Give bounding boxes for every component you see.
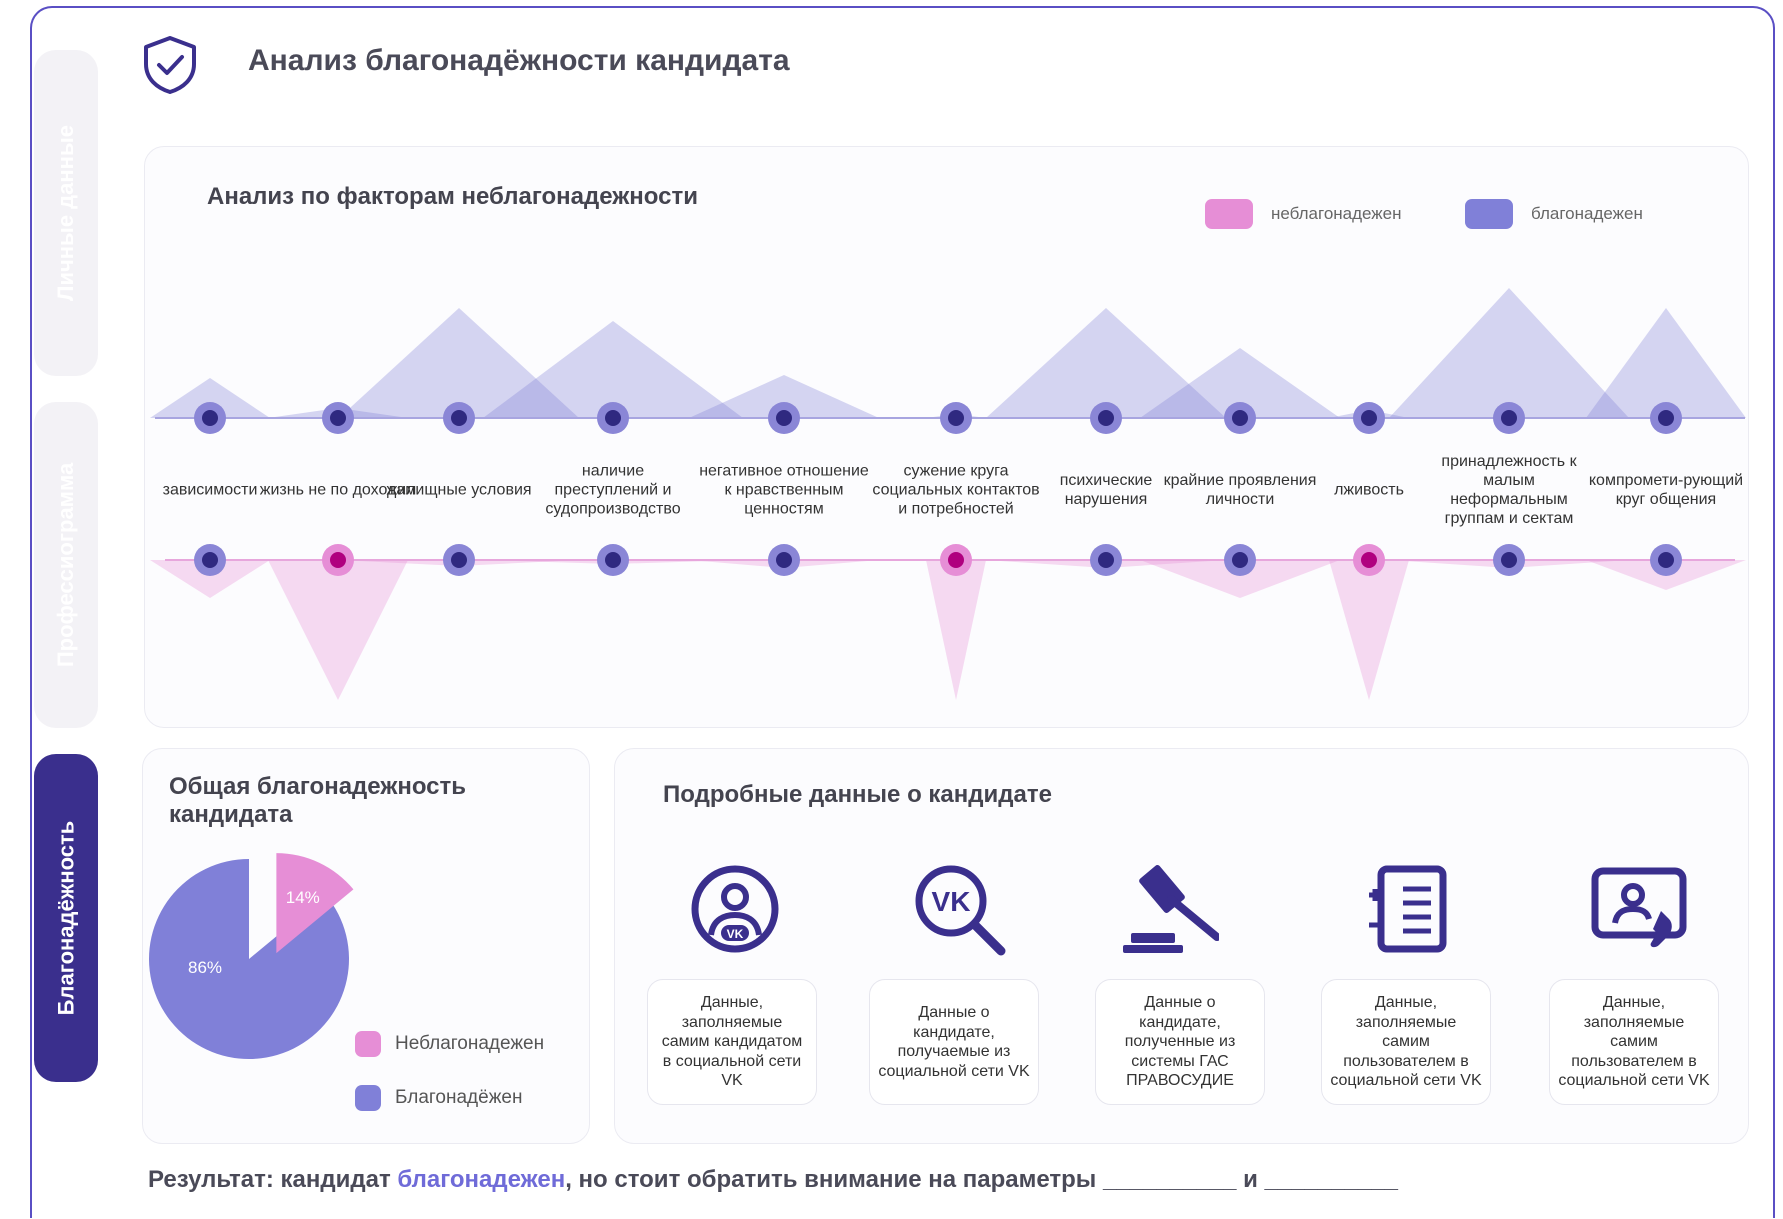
factor-marker-bottom xyxy=(940,544,972,576)
factor-label: компромети-рующий круг общения xyxy=(1588,472,1744,508)
factor-marker-top xyxy=(443,402,475,434)
pie-value-label: 14% xyxy=(286,888,320,907)
factor-marker-bottom xyxy=(1493,544,1525,576)
unreliable-peak xyxy=(926,560,986,700)
pie-legend-unreliable: Неблагонадежен xyxy=(355,1031,544,1057)
factor-marker-bottom xyxy=(1353,544,1385,576)
form-list-icon[interactable] xyxy=(1357,859,1457,959)
source-card-text: Данные о кандидате, получаемые из социал… xyxy=(878,1004,1030,1080)
factor-marker-top xyxy=(940,402,972,434)
source-card: Данные, заполняемые самим пользователем … xyxy=(1549,979,1719,1105)
result-suffix: , но стоит обратить внимание на параметр… xyxy=(565,1166,1398,1193)
factor-marker-bottom xyxy=(322,544,354,576)
details-panel: Подробные данные о кандидате VK VK Данны… xyxy=(614,748,1749,1144)
pie-legend-reliable: Благонадёжен xyxy=(355,1085,522,1111)
factor-marker-bottom xyxy=(1090,544,1122,576)
factor-marker-top xyxy=(1493,402,1525,434)
source-card: Данные, заполняемые самим пользователем … xyxy=(1321,979,1491,1105)
contact-card-icon[interactable] xyxy=(1589,859,1689,959)
result-line: Результат: кандидат благонадежен, но сто… xyxy=(148,1166,1398,1194)
gavel-icon[interactable] xyxy=(1119,859,1219,959)
source-card-text: Данные, заполняемые самим пользователем … xyxy=(1558,994,1710,1090)
factor-label: принадлежность к малым неформальным груп… xyxy=(1441,453,1577,527)
factor-label: наличие преступлений и судопроизводство xyxy=(545,462,681,518)
source-card-text: Данные, заполняемые самим кандидатом в с… xyxy=(661,994,803,1090)
factor-marker-top xyxy=(322,402,354,434)
factor-label: негативное отношение к нравственным ценн… xyxy=(699,462,869,518)
source-card: Данные о кандидате, полученные из систем… xyxy=(1095,979,1265,1105)
source-card: Данные, заполняемые самим кандидатом в с… xyxy=(647,979,817,1105)
pie-legend-label: Неблагонадежен xyxy=(395,1033,545,1054)
result-status: благонадежен xyxy=(397,1166,566,1193)
pie-value-label: 86% xyxy=(188,958,222,977)
unreliable-peak xyxy=(268,560,408,700)
source-card-text: Данные, заполняемые самим пользователем … xyxy=(1330,994,1482,1090)
overall-panel: Общая благонадежность кандидата 14% 86% Н… xyxy=(142,748,590,1144)
pie-swatch-unreliable xyxy=(355,1031,381,1057)
factor-marker-top xyxy=(194,402,226,434)
factor-marker-bottom xyxy=(768,544,800,576)
factor-marker-bottom xyxy=(194,544,226,576)
factor-label: жилищные условия xyxy=(386,481,532,499)
factor-marker-top xyxy=(1090,402,1122,434)
reliable-peak xyxy=(1586,308,1746,418)
source-card: Данные о кандидате, получаемые из социал… xyxy=(869,979,1039,1105)
factor-marker-top xyxy=(1353,402,1385,434)
reliable-peak xyxy=(1389,288,1629,418)
factor-marker-top xyxy=(1224,402,1256,434)
details-panel-title: Подробные данные о кандидате xyxy=(663,781,1052,808)
pie-legend-label: Благонадёжен xyxy=(395,1087,523,1108)
vk-user-icon[interactable]: VK xyxy=(685,859,785,959)
factor-marker-bottom xyxy=(443,544,475,576)
pie-swatch-reliable xyxy=(355,1085,381,1111)
factor-marker-bottom xyxy=(1650,544,1682,576)
result-prefix: Результат: кандидат xyxy=(148,1166,391,1193)
source-card-text: Данные о кандидате, полученные из систем… xyxy=(1124,994,1236,1090)
factor-marker-bottom xyxy=(1224,544,1256,576)
vk-search-icon[interactable]: VK xyxy=(909,859,1009,959)
svg-text:VK: VK xyxy=(727,927,744,941)
factor-marker-top xyxy=(768,402,800,434)
factor-label: сужение круга социальных контактов и пот… xyxy=(872,462,1040,518)
factor-marker-top xyxy=(1650,402,1682,434)
factor-marker-top xyxy=(597,402,629,434)
svg-text:VK: VK xyxy=(932,886,971,917)
factor-marker-bottom xyxy=(597,544,629,576)
unreliable-peak xyxy=(1329,560,1409,700)
